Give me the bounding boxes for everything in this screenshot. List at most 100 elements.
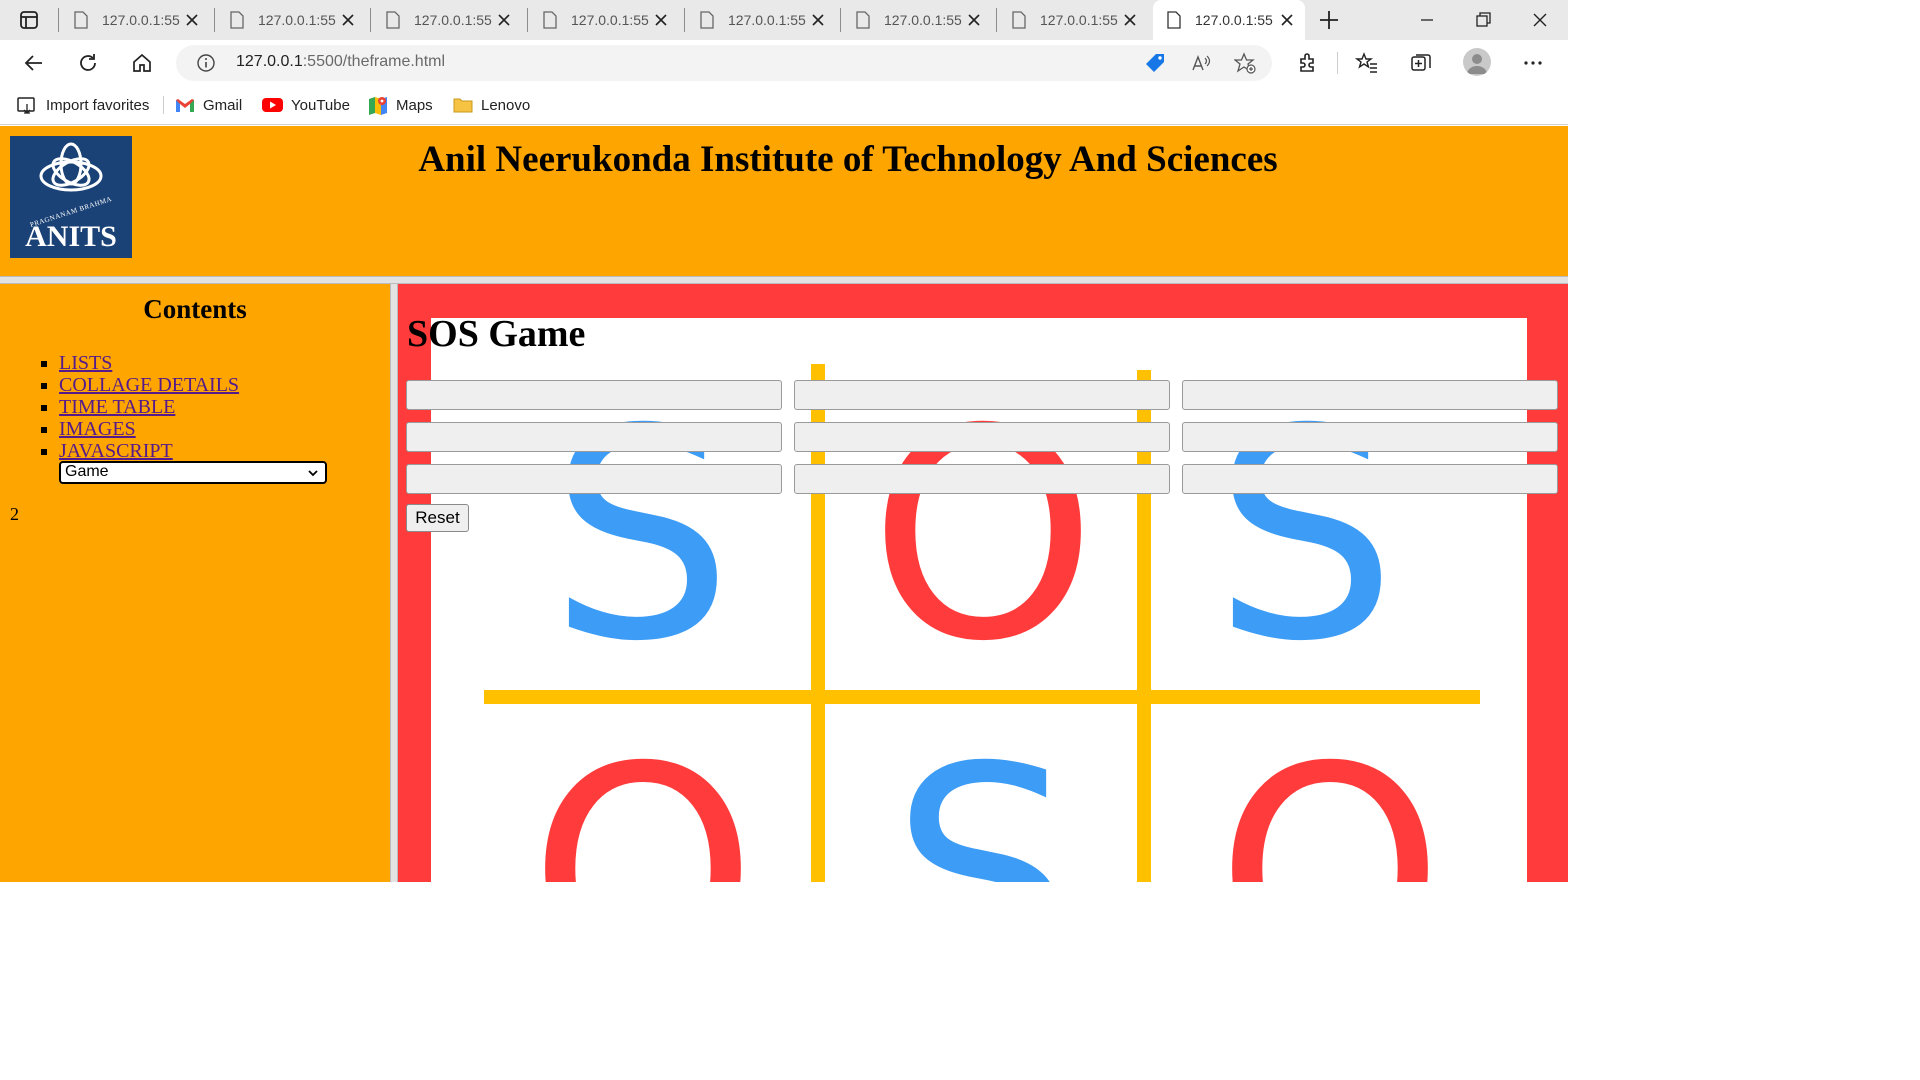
refresh-icon[interactable] (76, 51, 100, 75)
sos-cell-4[interactable] (406, 422, 782, 452)
header-frame: PRAGNANAM BRAHMA ANITS Anil Neerukonda I… (0, 126, 1568, 276)
profile-icon (1467, 54, 1487, 74)
logo-text: ANITS (25, 220, 117, 253)
tab-label: 127.0.0.1:55 (414, 12, 492, 28)
close-tab-icon[interactable] (184, 12, 200, 28)
chevron-down-icon (308, 470, 318, 477)
close-window-icon[interactable] (1530, 10, 1550, 30)
javascript-page-select[interactable]: Game (59, 461, 327, 484)
site-info-icon[interactable] (196, 53, 216, 73)
board-letter-s: S (891, 706, 1075, 882)
browser-tab[interactable]: 127.0.0.1:55 (998, 4, 1148, 36)
list-item: JAVASCRIPT (59, 440, 239, 462)
fav-youtube[interactable]: YouTube (262, 93, 350, 117)
profile-avatar[interactable] (1463, 48, 1491, 76)
tab-separator (214, 8, 215, 32)
browser-tab[interactable]: 127.0.0.1:55 (372, 4, 522, 36)
fav-label: Import favorites (46, 96, 150, 114)
close-tab-icon[interactable] (653, 12, 669, 28)
favorites-separator (163, 96, 164, 114)
sos-cell-6[interactable] (1182, 422, 1558, 452)
browser-tab[interactable]: 127.0.0.1:55 (60, 4, 210, 36)
close-tab-icon[interactable] (496, 12, 512, 28)
tab-separator (527, 8, 528, 32)
browser-tab[interactable]: 127.0.0.1:55 (686, 4, 836, 36)
browser-tab[interactable]: 127.0.0.1:55 (842, 4, 992, 36)
fav-import-favorites[interactable]: Import favorites (16, 93, 149, 117)
counter-text: 2 (10, 504, 19, 524)
close-tab-icon[interactable] (1279, 12, 1295, 28)
browser-tab-bar: 127.0.0.1:55 127.0.0.1:55 127.0.0.1:55 1… (0, 0, 1568, 40)
home-icon[interactable] (130, 51, 154, 75)
contents-list: LISTS COLLAGE DETAILS TIME TABLE IMAGES … (38, 352, 239, 462)
url-text[interactable]: 127.0.0.1:5500/theframe.html (236, 53, 445, 71)
read-aloud-icon[interactable] (1190, 52, 1212, 74)
frame-divider-vertical[interactable] (390, 284, 398, 882)
fav-label: YouTube (291, 96, 350, 114)
browser-tab[interactable]: 127.0.0.1:55 (529, 4, 679, 36)
page-icon (856, 11, 870, 29)
list-item: TIME TABLE (59, 396, 239, 418)
close-tab-icon[interactable] (810, 12, 826, 28)
main-frame: S O S O S O SOS Game Reset (398, 284, 1568, 882)
tab-label: 127.0.0.1:55 (258, 12, 336, 28)
fav-label: Maps (396, 96, 433, 114)
sos-board-background: S O S O S O (398, 284, 1568, 882)
address-toolbar: 127.0.0.1:5500/theframe.html (0, 40, 1568, 86)
board-letter-o: O (1216, 706, 1444, 882)
fav-maps[interactable]: Maps (368, 93, 433, 117)
fav-label: Gmail (203, 96, 243, 114)
site-title: Anil Neerukonda Institute of Technology … (418, 139, 1278, 180)
tab-separator (996, 8, 997, 32)
link-images[interactable]: IMAGES (59, 418, 136, 440)
extensions-icon[interactable] (1296, 51, 1320, 75)
sos-cell-8[interactable] (794, 464, 1170, 494)
gmail-icon (176, 99, 194, 112)
sos-cell-1[interactable] (406, 380, 782, 410)
close-tab-icon[interactable] (966, 12, 982, 28)
tab-separator (840, 8, 841, 32)
board-letter-o: O (869, 368, 1097, 705)
page-icon (386, 11, 400, 29)
youtube-icon (262, 98, 283, 112)
link-time-table[interactable]: TIME TABLE (59, 396, 175, 418)
restore-icon[interactable] (1473, 10, 1493, 30)
link-lists[interactable]: LISTS (59, 352, 112, 374)
sos-cell-7[interactable] (406, 464, 782, 494)
sos-cell-5[interactable] (794, 422, 1170, 452)
reset-button[interactable]: Reset (406, 504, 469, 532)
tab-separator (684, 8, 685, 32)
tab-label: 127.0.0.1:55 (884, 12, 962, 28)
sos-cell-9[interactable] (1182, 464, 1558, 494)
frame-divider-horizontal[interactable] (0, 276, 1568, 284)
back-icon[interactable] (22, 51, 46, 75)
shopping-tag-icon[interactable] (1144, 52, 1166, 74)
minimize-icon[interactable] (1417, 10, 1437, 30)
link-javascript[interactable]: JAVASCRIPT (59, 440, 173, 462)
tab-actions-icon[interactable] (18, 9, 40, 31)
add-favorite-icon[interactable] (1234, 52, 1256, 74)
favorites-icon[interactable] (1355, 51, 1379, 75)
maps-icon (369, 97, 387, 115)
new-tab-icon[interactable] (1316, 7, 1342, 33)
browser-tab[interactable]: 127.0.0.1:55 (216, 4, 366, 36)
sos-cell-2[interactable] (794, 380, 1170, 410)
toolbar-separator (1337, 52, 1338, 74)
contents-heading: Contents (143, 294, 247, 324)
tab-separator (370, 8, 371, 32)
fav-gmail[interactable]: Gmail (175, 93, 242, 117)
close-tab-icon[interactable] (340, 12, 356, 28)
select-value: Game (65, 463, 109, 480)
link-collage-details[interactable]: COLLAGE DETAILS (59, 374, 239, 396)
folder-icon (453, 98, 473, 113)
more-options-icon[interactable] (1521, 51, 1545, 75)
page-icon (74, 11, 88, 29)
close-tab-icon[interactable] (1122, 12, 1138, 28)
fav-lenovo[interactable]: Lenovo (453, 93, 530, 117)
collections-icon[interactable] (1409, 51, 1433, 75)
url-host: 127.0.0.1 (236, 53, 303, 70)
board-letter-s: S (1213, 368, 1397, 705)
address-bar[interactable]: 127.0.0.1:5500/theframe.html (176, 45, 1272, 81)
sos-cell-3[interactable] (1182, 380, 1558, 410)
browser-tab-active[interactable]: 127.0.0.1:55 (1153, 0, 1305, 40)
